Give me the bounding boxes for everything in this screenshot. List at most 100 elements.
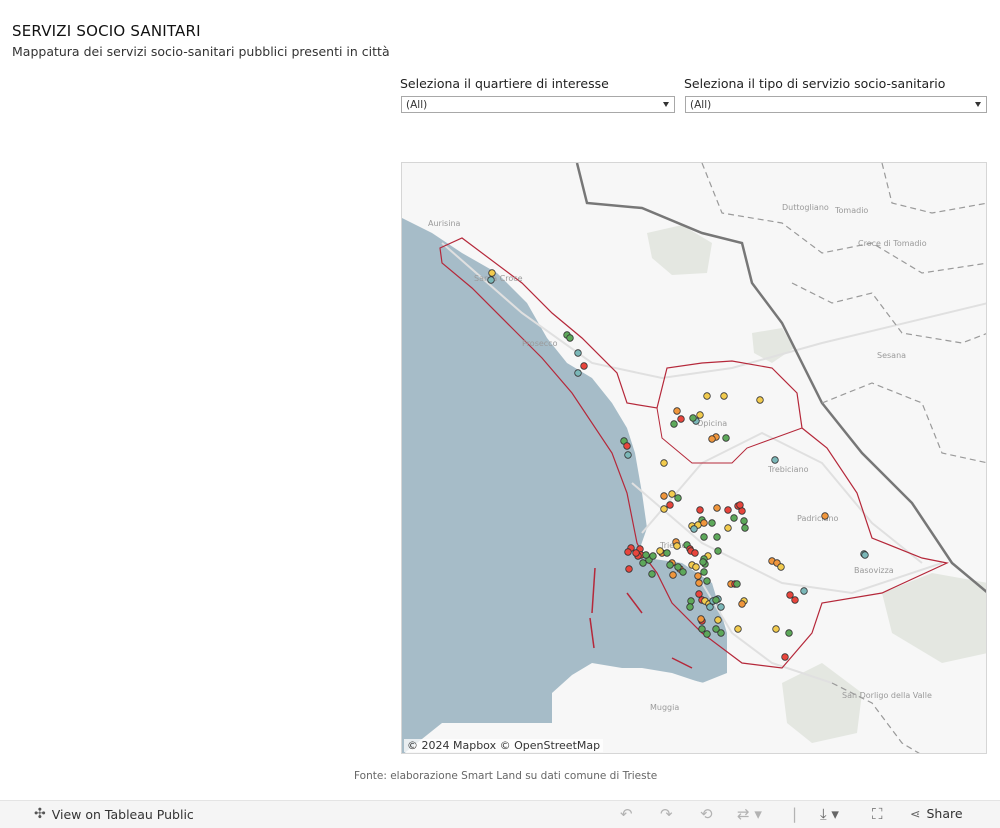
service-marker[interactable] [649,552,657,560]
share-button[interactable]: ⋖ Share [910,806,963,821]
place-label: Padriciano [797,514,839,523]
service-marker[interactable] [580,362,588,370]
service-marker[interactable] [488,269,496,277]
service-marker[interactable] [639,559,647,567]
service-marker[interactable] [623,442,631,450]
service-marker[interactable] [697,615,705,623]
service-marker[interactable] [736,501,744,509]
service-marker[interactable] [698,625,706,633]
service-marker[interactable] [624,451,632,459]
service-marker[interactable] [713,533,721,541]
undo-icon[interactable]: ↶ [620,805,633,823]
service-marker[interactable] [700,568,708,576]
servizio-select[interactable]: (All) [685,96,987,113]
share-icon: ⋖ [910,806,921,821]
service-marker[interactable] [632,549,640,557]
service-marker[interactable] [791,596,799,604]
service-marker[interactable] [660,459,668,467]
map-attribution[interactable]: © 2024 Mapbox © OpenStreetMap [404,739,604,752]
service-marker[interactable] [771,456,779,464]
service-marker[interactable] [781,653,789,661]
fullscreen-icon[interactable]: ⛶ [872,805,883,823]
service-marker[interactable] [691,549,699,557]
service-marker[interactable] [487,276,495,284]
service-marker[interactable] [730,514,738,522]
service-marker[interactable] [625,565,633,573]
service-marker[interactable] [574,349,582,357]
service-marker[interactable] [674,494,682,502]
service-marker[interactable] [648,570,656,578]
service-marker[interactable] [720,392,728,400]
service-marker[interactable] [694,572,702,580]
service-marker[interactable] [695,579,703,587]
service-marker[interactable] [670,420,678,428]
service-marker[interactable] [668,490,676,498]
service-marker[interactable] [821,512,829,520]
service-marker[interactable] [677,415,685,423]
service-marker[interactable] [706,603,714,611]
service-marker[interactable] [772,625,780,633]
service-marker[interactable] [712,596,720,604]
service-marker[interactable] [724,506,732,514]
service-marker[interactable] [695,590,703,598]
download-icon[interactable]: ⤓ ▾ [820,805,839,823]
service-marker[interactable] [734,625,742,633]
service-marker[interactable] [656,547,664,555]
service-marker[interactable] [717,603,725,611]
service-marker[interactable] [785,629,793,637]
service-marker[interactable] [738,507,746,515]
service-marker[interactable] [708,435,716,443]
service-marker[interactable] [566,334,574,342]
service-marker[interactable] [673,407,681,415]
service-marker[interactable] [687,597,695,605]
service-marker[interactable] [740,517,748,525]
service-marker[interactable] [642,551,650,559]
service-marker[interactable] [861,551,869,559]
page-title: SERVIZI SOCIO SANITARI [12,22,201,40]
service-marker[interactable] [690,525,698,533]
quartiere-select[interactable]: (All) [401,96,675,113]
refresh-icon[interactable]: ⇄ ▾ [737,805,762,823]
service-marker[interactable] [708,519,716,527]
service-marker[interactable] [669,571,677,579]
service-marker[interactable] [700,519,708,527]
service-marker[interactable] [692,563,700,571]
service-marker[interactable] [703,577,711,585]
service-marker[interactable] [689,414,697,422]
service-marker[interactable] [674,563,682,571]
view-on-tableau-link[interactable]: ✣ View on Tableau Public [34,806,194,822]
service-marker[interactable] [574,369,582,377]
service-marker[interactable] [800,587,808,595]
service-marker[interactable] [699,558,707,566]
service-marker[interactable] [712,625,720,633]
service-marker[interactable] [714,616,722,624]
service-marker[interactable] [738,600,746,608]
service-marker[interactable] [741,524,749,532]
service-marker[interactable] [722,434,730,442]
service-marker[interactable] [660,492,668,500]
service-marker[interactable] [724,524,732,532]
service-marker[interactable] [666,561,674,569]
revert-icon[interactable]: ⟲ [700,805,713,823]
map-canvas[interactable]: Aurisina Santa Croce Prosecco Opicina Tr… [402,163,987,754]
service-marker[interactable] [777,563,785,571]
service-marker[interactable] [686,603,694,611]
service-marker[interactable] [714,547,722,555]
service-marker[interactable] [786,591,794,599]
service-marker[interactable] [703,392,711,400]
service-marker[interactable] [660,505,668,513]
redo-icon[interactable]: ↷ [660,805,673,823]
service-marker[interactable] [703,630,711,638]
service-marker[interactable] [756,396,764,404]
service-marker[interactable] [733,580,741,588]
service-marker[interactable] [666,501,674,509]
service-marker[interactable] [679,568,687,576]
service-marker[interactable] [696,506,704,514]
service-marker[interactable] [663,549,671,557]
service-marker[interactable] [673,542,681,550]
service-marker[interactable] [624,548,632,556]
service-marker[interactable] [696,411,704,419]
service-marker[interactable] [713,504,721,512]
services-map[interactable]: Aurisina Santa Croce Prosecco Opicina Tr… [401,162,987,754]
service-marker[interactable] [700,533,708,541]
